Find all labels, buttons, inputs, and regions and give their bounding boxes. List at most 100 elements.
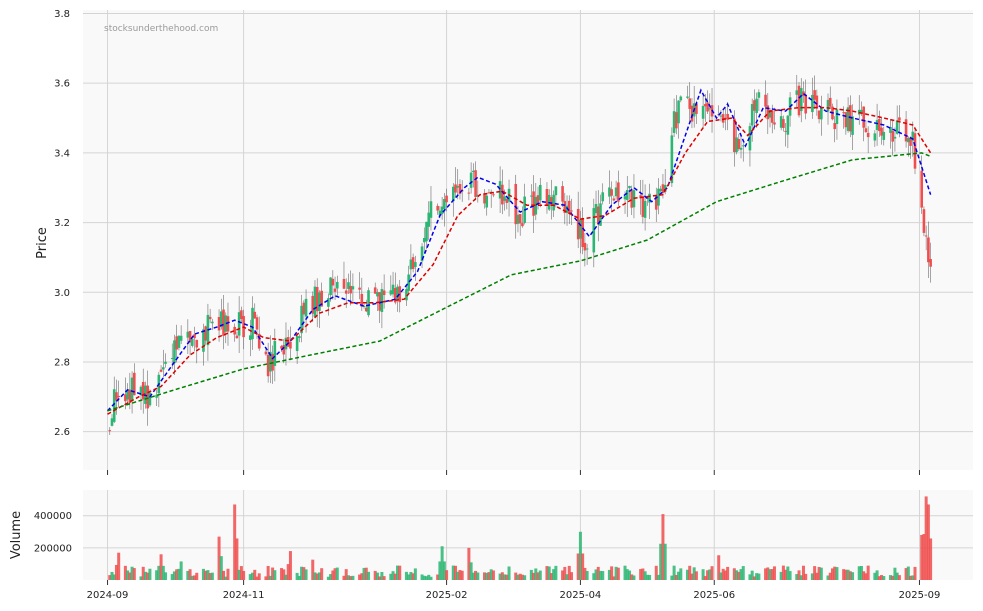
candle-body (141, 381, 145, 400)
candle-body (929, 259, 932, 267)
volume-bar (694, 571, 698, 580)
candle-body (677, 100, 680, 124)
candle-body (737, 139, 741, 150)
candle-body (411, 257, 415, 270)
candle-body (739, 147, 743, 150)
candle-body (701, 105, 705, 119)
candle-body (273, 340, 277, 366)
volume-x-tick-labels: 2024-09 2024-11 2025-02 2025-04 2025-06 2025-… (87, 580, 940, 601)
candle-body (498, 181, 502, 199)
candle-body (255, 317, 259, 330)
candle-body (614, 187, 618, 197)
volume-bar (164, 572, 168, 580)
candle-body (688, 98, 692, 109)
volume-bar (273, 570, 277, 580)
candle-body (538, 184, 542, 201)
candle-body (373, 287, 377, 294)
volume-bar (445, 570, 449, 580)
stock-chart: 2.6 2.8 3.0 3.2 3.4 3.6 3.8 stocksunderthehood… (9, 9, 973, 601)
volume-bar (476, 572, 480, 580)
candle-body (391, 284, 395, 295)
candle-body (706, 102, 709, 112)
candle-body (625, 189, 629, 200)
candle-body (862, 106, 866, 128)
volume-bar (897, 575, 901, 580)
candle-body (335, 281, 339, 289)
candle-body (501, 184, 504, 205)
price-y-tick-label: 3.8 (54, 9, 70, 20)
candle-body (266, 354, 270, 377)
candle-body (757, 92, 761, 98)
volume-panel: 200000 400000 Volume 2024-09 2024-11 2025-0… (9, 490, 973, 601)
candle-body (177, 335, 181, 348)
candle-body (922, 209, 926, 233)
volume-bar (819, 567, 823, 580)
volume-bar (195, 572, 199, 580)
candle-body (344, 290, 348, 294)
candle-body (784, 130, 787, 132)
candle-body (108, 430, 112, 432)
candle-body (521, 223, 524, 227)
volume-bar (132, 568, 136, 580)
candle-body (282, 345, 286, 355)
candle-body (552, 194, 555, 211)
volume-bar (804, 573, 808, 580)
candle-body (608, 187, 611, 197)
candle-body (110, 418, 114, 426)
candle-body (211, 321, 214, 324)
candle-body (686, 96, 689, 98)
volume-bar (335, 567, 339, 580)
candle-body (898, 117, 901, 121)
volume-bar (710, 566, 714, 580)
price-x-tick-marks (107, 470, 920, 475)
volume-bar (304, 569, 308, 580)
volume-bar (929, 538, 933, 580)
candle-body (719, 115, 723, 117)
candle-body (313, 286, 317, 317)
x-tick-label: 2025-06 (693, 590, 735, 601)
volume-y-tick-label: 400000 (34, 511, 72, 522)
price-y-tick-label: 3.6 (54, 79, 70, 90)
candle-body (907, 138, 910, 143)
candle-body (753, 100, 756, 111)
price-y-tick-label: 3.4 (54, 148, 70, 159)
candle-body (643, 201, 647, 218)
volume-bar (632, 575, 636, 580)
candle-body (376, 292, 379, 297)
candle-body (327, 298, 330, 307)
candle-body (601, 192, 605, 202)
volume-bar (179, 561, 183, 580)
candle-body (124, 394, 127, 402)
candle-body (755, 98, 758, 114)
volume-bar (320, 568, 324, 580)
volume-bar (382, 576, 386, 580)
candle-body (240, 310, 243, 319)
candle-body (235, 335, 239, 339)
candle-body (217, 317, 221, 331)
candle-body (358, 287, 361, 290)
candle-body (518, 214, 522, 224)
candle-body (690, 105, 694, 122)
volume-axis-label: Volume (9, 511, 24, 559)
volume-bar (913, 566, 917, 580)
volume-bar (882, 576, 886, 580)
price-y-tick-label: 2.8 (54, 357, 70, 368)
volume-bar (616, 567, 620, 580)
candle-body (333, 288, 337, 292)
candle-body (414, 262, 417, 268)
candle-body (828, 97, 832, 107)
candle-body (456, 185, 460, 188)
candle-body (483, 193, 486, 204)
candle-body (429, 201, 433, 218)
candle-body (505, 199, 509, 203)
volume-bar (210, 572, 214, 580)
candle-body (302, 302, 306, 315)
volume-bar (523, 575, 527, 580)
candle-body (820, 107, 823, 120)
candle-body (311, 295, 315, 314)
candle-body (782, 119, 785, 128)
price-y-tick-label: 3.0 (54, 288, 70, 299)
candle-body (920, 170, 923, 208)
candle-body (851, 116, 854, 135)
candle-body (190, 338, 194, 346)
